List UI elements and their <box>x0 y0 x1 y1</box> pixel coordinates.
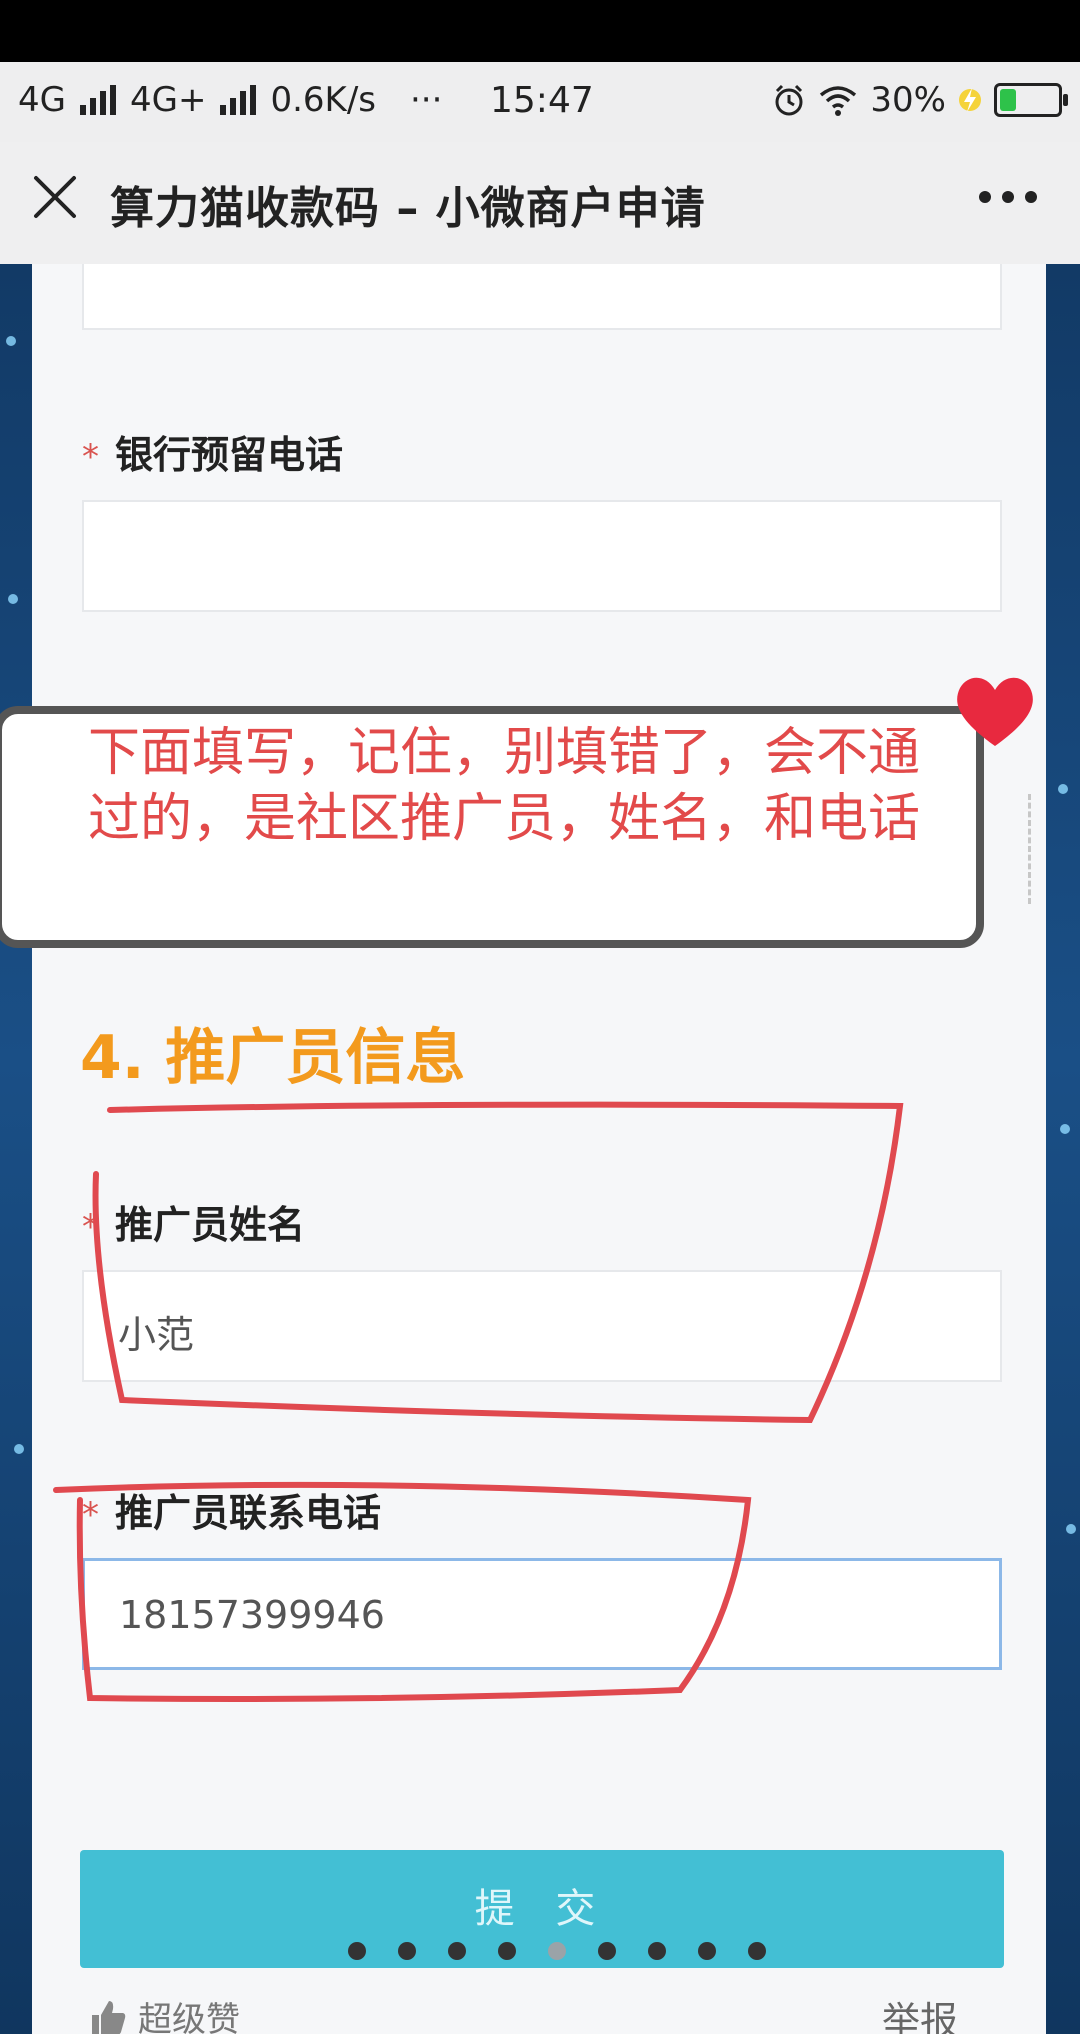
network-type-2: 4G+ <box>129 80 207 120</box>
battery-icon <box>994 83 1068 117</box>
marker-loop-name <box>92 1101 904 1424</box>
more-dots-icon[interactable] <box>978 190 1038 204</box>
charging-bolt-icon <box>959 88 981 112</box>
top-black-bar <box>0 0 1080 62</box>
battery-fill <box>1000 89 1016 111</box>
nav-bar: 算力猫收款码 – 小微商户申请 <box>0 142 1080 265</box>
clock: 15:47 <box>490 80 594 121</box>
signal-bars-icon <box>220 85 257 115</box>
alarm-icon <box>775 84 803 116</box>
red-marker-annotations <box>53 1101 904 1702</box>
signal-bars-icon <box>79 85 116 115</box>
status-bar: 4G 4G+ 0.6K/s ··· 15:47 30% <box>0 62 1080 142</box>
more-status-dots: ··· <box>410 80 443 120</box>
battery-percent: 30% <box>870 80 946 120</box>
network-speed: 0.6K/s <box>270 80 376 120</box>
network-type-1: 4G <box>18 80 66 120</box>
marker-loop-phone <box>53 1481 752 1702</box>
wifi-icon <box>820 86 857 116</box>
close-icon[interactable] <box>30 172 80 222</box>
page-title: 算力猫收款码 – 小微商户申请 <box>110 183 706 234</box>
page-background: * 银行预留电话 4. 推广员信息 * 推广员姓名 小范 * 推广员联系电话 1815… <box>0 264 1080 2034</box>
